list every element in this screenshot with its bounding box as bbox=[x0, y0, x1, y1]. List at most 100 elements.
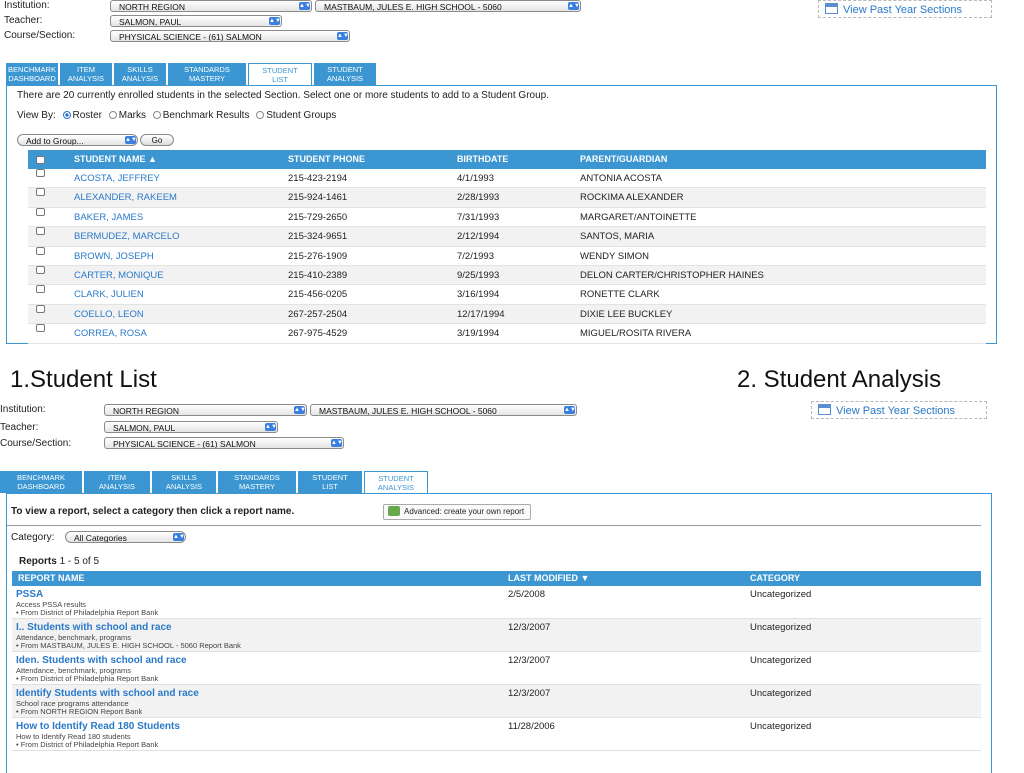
report-name-link[interactable]: PSSA bbox=[16, 589, 43, 600]
teacher-label: Teacher: bbox=[0, 422, 39, 433]
benchmark-results-radio[interactable] bbox=[152, 111, 161, 119]
row-checkbox[interactable] bbox=[36, 169, 45, 177]
tab-student-analysis[interactable]: STUDENT ANALYSIS bbox=[364, 471, 428, 494]
col-birthdate[interactable]: BIRTHDATE bbox=[457, 150, 508, 169]
roster-radio[interactable] bbox=[62, 111, 71, 119]
table-row: BROWN, JOSEPH 215-276-1909 7/2/1993 WENDY S… bbox=[28, 246, 986, 266]
tab-student-analysis[interactable]: STUDENT ANALYSIS bbox=[314, 63, 376, 85]
tab-benchmark-dashboard[interactable]: BENCHMARK DASHBOARD bbox=[0, 471, 82, 493]
row-checkbox[interactable] bbox=[36, 285, 45, 294]
parent-guardian: ANTONIA ACOSTA bbox=[580, 173, 663, 184]
school-select[interactable]: MASTBAUM, JULES E. HIGH SCHOOL - 5060 ▲▼ bbox=[315, 0, 581, 12]
col-student-phone[interactable]: STUDENT PHONE bbox=[288, 150, 365, 169]
table-row: CORREA, ROSA 267-975-4529 3/19/1994 MIGUEL/… bbox=[28, 324, 986, 344]
student-name-link[interactable]: ACOSTA, JEFFREY bbox=[74, 169, 160, 188]
student-name-link[interactable]: BAKER, JAMES bbox=[74, 208, 143, 227]
teacher-value: SALMON, PAUL bbox=[119, 17, 182, 27]
parent-guardian: DELON CARTER/CHRISTOPHER HAINES bbox=[580, 269, 764, 281]
student-phone: 215-729-2650 bbox=[288, 211, 348, 223]
tab-standards-mastery[interactable]: STANDARDS MASTERY bbox=[168, 63, 246, 85]
student-name-link[interactable]: CORREA, ROSA bbox=[74, 324, 147, 343]
course-label: Course/Section: bbox=[0, 438, 72, 449]
report-name-link[interactable]: How to Identify Read 180 Students bbox=[16, 721, 180, 732]
tab-student-list[interactable]: STUDENT LIST bbox=[248, 63, 312, 86]
student-analysis-content: To view a report, select a category then… bbox=[6, 493, 992, 773]
teacher-label: Teacher: bbox=[4, 15, 43, 26]
tab-benchmark-dashboard[interactable]: BENCHMARK DASHBOARD bbox=[6, 63, 58, 85]
category-label: Category: bbox=[11, 532, 55, 543]
tab-skills-analysis[interactable]: SKILLS ANALYSIS bbox=[152, 471, 216, 493]
report-source: • From District of Philadelphia Report B… bbox=[16, 740, 159, 749]
region-select[interactable]: NORTH REGION ▲▼ bbox=[110, 0, 312, 12]
student-phone: 267-975-4529 bbox=[288, 328, 348, 340]
marks-radio[interactable] bbox=[108, 111, 117, 119]
reports-range: 1 - 5 of 5 bbox=[59, 556, 100, 567]
teacher-select[interactable]: SALMON, PAUL ▲▼ bbox=[104, 421, 278, 433]
view-by-row: View By: Roster Marks Benchmark Results … bbox=[17, 110, 336, 121]
institution-label: Institution: bbox=[0, 404, 46, 415]
student-name-link[interactable]: BERMUDEZ, MARCELO bbox=[74, 227, 180, 246]
col-category[interactable]: CATEGORY bbox=[750, 571, 800, 586]
col-report-name[interactable]: REPORT NAME bbox=[18, 571, 85, 586]
view-past-year-link[interactable]: View Past Year Sections bbox=[818, 0, 992, 18]
report-source: • From MASTBAUM, JULES E. HIGH SCHOOL - … bbox=[16, 641, 241, 650]
student-birthdate: 3/19/1994 bbox=[457, 328, 500, 340]
advanced-label: Advanced: create your own report bbox=[404, 507, 525, 516]
student-name-link[interactable]: CLARK, JULIEN bbox=[74, 285, 144, 304]
table-row: CLARK, JULIEN 215-456-0205 3/16/1994 RONETT… bbox=[28, 285, 986, 305]
tab-item-analysis[interactable]: ITEM ANALYSIS bbox=[60, 63, 112, 85]
row-checkbox[interactable] bbox=[36, 227, 45, 236]
report-name-link[interactable]: Identify Students with school and race bbox=[16, 688, 199, 699]
report-row: How to Identify Read 180 Students How to … bbox=[12, 718, 981, 751]
student-rows: ACOSTA, JEFFREY 215-423-2194 4/1/1993 ANTON… bbox=[28, 169, 986, 344]
region-value: NORTH REGION bbox=[119, 2, 185, 12]
table-row: ACOSTA, JEFFREY 215-423-2194 4/1/1993 ANTON… bbox=[28, 169, 986, 189]
course-select[interactable]: PHYSICAL SCIENCE - (61) SALMON ▲▼ bbox=[110, 30, 350, 42]
student-name-link[interactable]: BROWN, JOSEPH bbox=[74, 247, 154, 266]
report-name-link[interactable]: I.. Students with school and race bbox=[16, 622, 172, 633]
chevron-updown-icon: ▲▼ bbox=[568, 2, 580, 10]
tab-item-analysis[interactable]: ITEM ANALYSIS bbox=[84, 471, 150, 493]
view-past-year-link[interactable]: View Past Year Sections bbox=[811, 401, 987, 419]
row-checkbox[interactable] bbox=[36, 207, 45, 216]
advanced-report-button[interactable]: Advanced: create your own report bbox=[383, 504, 532, 520]
student-name-link[interactable]: ALEXANDER, RAKEEM bbox=[74, 188, 177, 207]
divider bbox=[7, 525, 981, 526]
add-to-group-select[interactable]: Add to Group... ▲▼ bbox=[17, 134, 138, 146]
go-button[interactable]: Go bbox=[140, 134, 174, 146]
row-checkbox[interactable] bbox=[36, 265, 45, 274]
school-select[interactable]: MASTBAUM, JULES E. HIGH SCHOOL - 5060 ▲▼ bbox=[310, 404, 577, 416]
student-birthdate: 2/28/1993 bbox=[457, 192, 500, 204]
region-select[interactable]: NORTH REGION ▲▼ bbox=[104, 404, 307, 416]
category-select[interactable]: All Categories ▲▼ bbox=[65, 531, 186, 543]
report-builder-icon bbox=[388, 506, 400, 516]
chevron-updown-icon: ▲▼ bbox=[265, 423, 277, 431]
reports-table-header: REPORT NAME LAST MODIFIED ▼ CATEGORY bbox=[12, 571, 981, 586]
student-birthdate: 7/2/1993 bbox=[457, 250, 494, 262]
col-parent-guardian[interactable]: PARENT/GUARDIAN bbox=[580, 150, 667, 169]
student-name-link[interactable]: COELLO, LEON bbox=[74, 305, 144, 324]
marks-label: Marks bbox=[118, 110, 146, 121]
tab-standards-mastery[interactable]: STANDARDS MASTERY bbox=[218, 471, 296, 493]
chevron-updown-icon: ▲▼ bbox=[337, 32, 349, 40]
row-checkbox[interactable] bbox=[36, 188, 45, 197]
select-all-checkbox[interactable] bbox=[36, 156, 45, 164]
col-student-name[interactable]: STUDENT NAME ▲ bbox=[74, 150, 157, 169]
teacher-select[interactable]: SALMON, PAUL ▲▼ bbox=[110, 15, 282, 27]
row-checkbox[interactable] bbox=[36, 324, 45, 333]
report-category: Uncategorized bbox=[750, 655, 812, 666]
student-groups-radio[interactable] bbox=[256, 111, 265, 119]
past-year-label: View Past Year Sections bbox=[843, 4, 963, 16]
col-last-modified[interactable]: LAST MODIFIED ▼ bbox=[508, 571, 589, 586]
tab-student-list[interactable]: STUDENT LIST bbox=[298, 471, 362, 493]
report-name-link[interactable]: Iden. Students with school and race bbox=[16, 655, 187, 666]
reports-table: REPORT NAME LAST MODIFIED ▼ CATEGORY PSS… bbox=[12, 571, 981, 751]
course-select[interactable]: PHYSICAL SCIENCE - (61) SALMON ▲▼ bbox=[104, 437, 344, 449]
student-birthdate: 4/1/1993 bbox=[457, 173, 494, 184]
report-row: Iden. Students with school and race Atten… bbox=[12, 652, 981, 685]
student-name-link[interactable]: CARTER, MONIQUE bbox=[74, 266, 164, 285]
row-checkbox[interactable] bbox=[36, 304, 45, 313]
student-phone: 215-423-2194 bbox=[288, 173, 348, 184]
tab-skills-analysis[interactable]: SKILLS ANALYSIS bbox=[114, 63, 166, 85]
row-checkbox[interactable] bbox=[36, 246, 45, 255]
